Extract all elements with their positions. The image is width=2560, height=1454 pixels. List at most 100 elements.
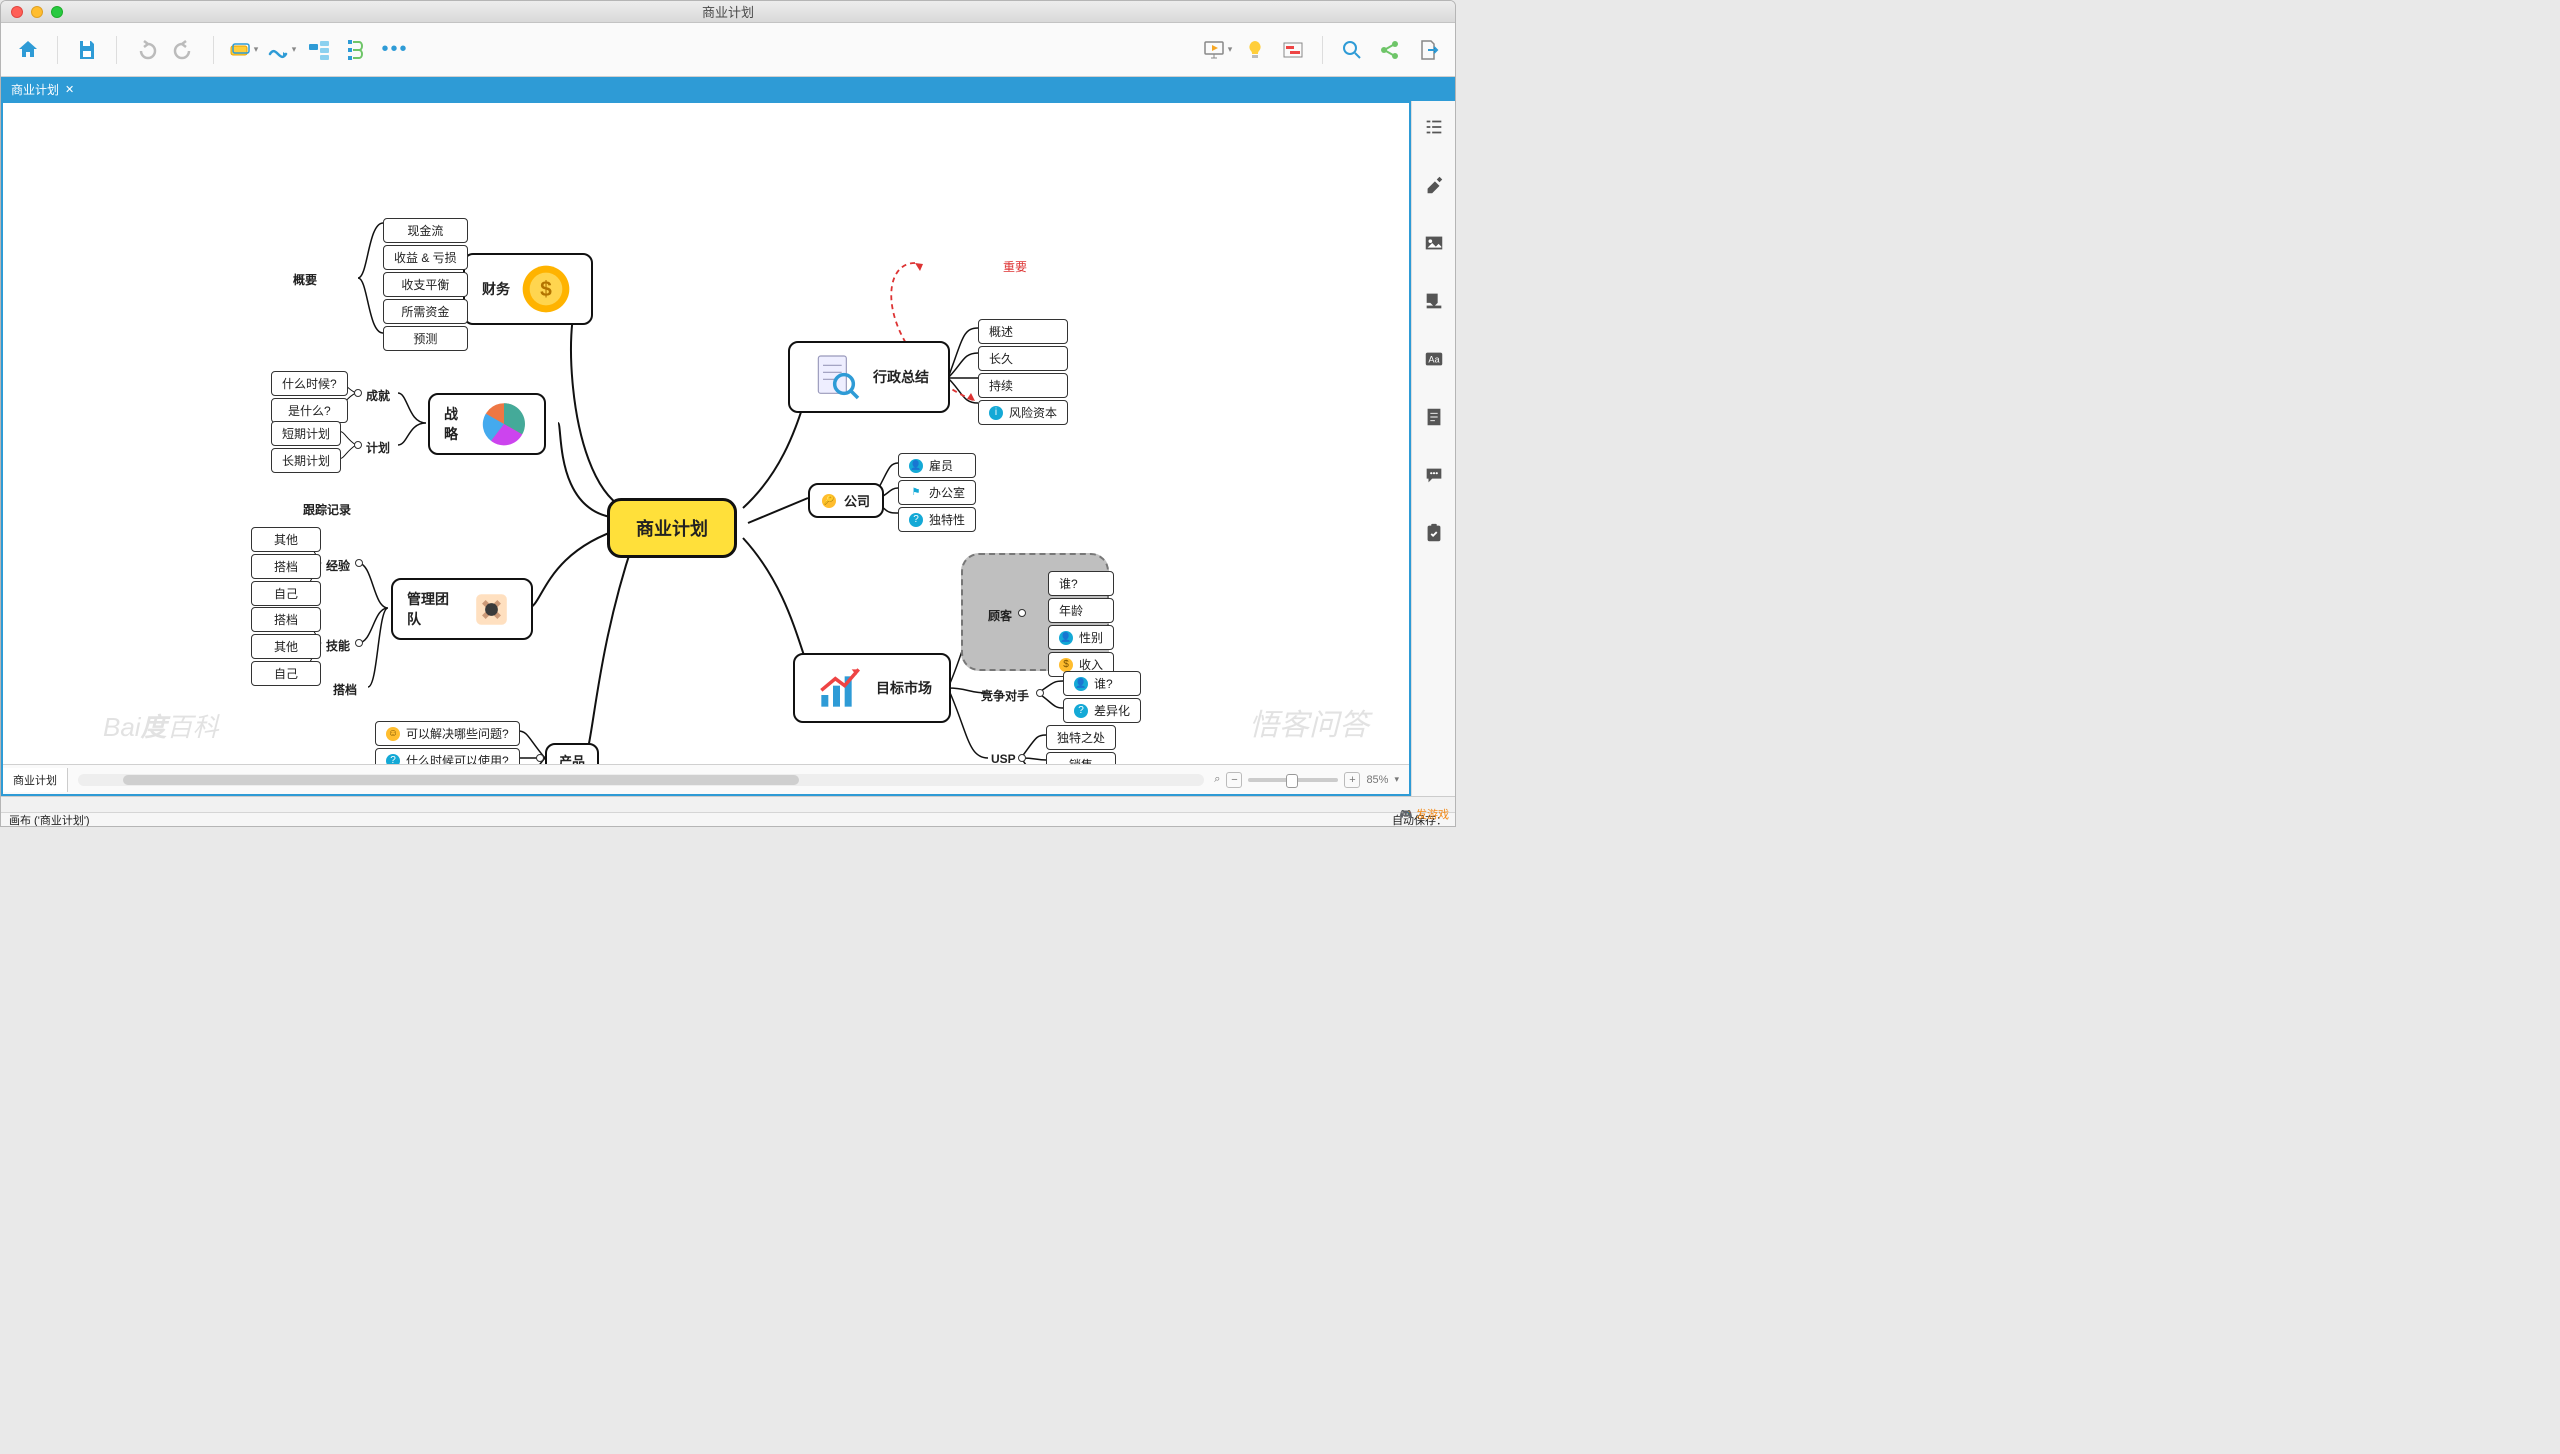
team-skill-items: 搭档 其他 自己 [251, 607, 321, 686]
list-item[interactable]: 自己 [251, 581, 321, 606]
zoom-out-button[interactable]: − [1226, 772, 1242, 788]
home-button[interactable] [11, 33, 45, 67]
team-node[interactable]: 管理团队 [391, 578, 533, 640]
chevron-down-icon[interactable]: ▾ [1394, 774, 1399, 785]
save-button[interactable] [70, 33, 104, 67]
list-item[interactable]: 其他 [251, 634, 321, 659]
watermark-footer: 🎮 发游戏 [1399, 806, 1449, 822]
relationship-button[interactable]: ▾ [264, 33, 298, 67]
mindmap-canvas[interactable]: Bai度百科 悟客问答 商业计划 财务 $ 概要 现金流 收益 & 亏损 收支平… [3, 103, 1409, 764]
list-item[interactable]: 收支平衡 [383, 272, 468, 297]
target-market-node[interactable]: 目标市场 [793, 653, 951, 723]
list-item[interactable]: 收益 & 亏损 [383, 245, 468, 270]
list-item[interactable]: 其他 [251, 527, 321, 552]
arrow-label: 重要 [1003, 258, 1027, 275]
close-tab-icon[interactable]: ✕ [65, 83, 74, 96]
list-item[interactable]: 自己 [251, 661, 321, 686]
list-item[interactable]: 搭档 [251, 554, 321, 579]
zoom-in-button[interactable]: + [1344, 772, 1360, 788]
competitor-label[interactable]: 竞争对手 [981, 687, 1029, 704]
list-item[interactable]: 搭档 [251, 607, 321, 632]
minimize-icon[interactable] [31, 6, 43, 18]
marker-icon[interactable] [1422, 289, 1446, 313]
topic-button[interactable]: ▾ [226, 33, 260, 67]
customer-items: 谁? 年龄 性别 收入 [1048, 571, 1114, 677]
list-item[interactable]: 什么时候? [271, 371, 348, 396]
right-panel: Aa [1411, 101, 1455, 796]
zoom-controls: ⌕ − + 85% ▾ [1214, 772, 1409, 788]
list-item[interactable]: 持续 [978, 373, 1068, 398]
team-skill-extra[interactable]: 搭档 [333, 681, 357, 698]
canvas-frame: Bai度百科 悟客问答 商业计划 财务 $ 概要 现金流 收益 & 亏损 收支平… [1, 101, 1411, 796]
idea-button[interactable] [1238, 33, 1272, 67]
font-icon[interactable]: Aa [1422, 347, 1446, 371]
central-label: 商业计划 [636, 515, 708, 541]
central-topic[interactable]: 商业计划 [607, 498, 737, 558]
notes-icon[interactable] [1422, 405, 1446, 429]
team-skill-label: 技能 [326, 637, 350, 654]
list-item[interactable]: 性别 [1048, 625, 1114, 650]
present-button[interactable]: ▾ [1200, 33, 1234, 67]
outline-icon[interactable] [1422, 115, 1446, 139]
list-item[interactable]: 办公室 [898, 480, 976, 505]
search-button[interactable] [1335, 33, 1369, 67]
window-title: 商业计划 [702, 2, 754, 21]
coin-icon: $ [518, 261, 574, 317]
list-item[interactable]: 独特性 [898, 507, 976, 532]
list-item[interactable]: 所需资金 [383, 299, 468, 324]
close-icon[interactable] [11, 6, 23, 18]
key-icon [822, 494, 836, 508]
list-item[interactable]: 现金流 [383, 218, 468, 243]
app-window: 商业计划 ▾ ▾ ••• ▾ 商业计划 ✕ Aa [0, 0, 1456, 827]
exec-label: 行政总结 [873, 367, 929, 387]
zoom-slider[interactable] [1248, 778, 1338, 782]
more-button[interactable]: ••• [378, 33, 412, 67]
flag-icon [909, 486, 923, 500]
maximize-icon[interactable] [51, 6, 63, 18]
list-item[interactable]: 风险资本 [978, 400, 1068, 425]
list-item[interactable]: 年龄 [1048, 598, 1114, 623]
list-item[interactable]: 谁? [1063, 671, 1141, 696]
list-item[interactable]: 长期计划 [271, 448, 341, 473]
list-item[interactable]: 预测 [383, 326, 468, 351]
document-tab[interactable]: 商业计划 ✕ [1, 78, 84, 101]
list-item[interactable]: 雇员 [898, 453, 976, 478]
list-item[interactable]: 长久 [978, 346, 1068, 371]
strategy-node[interactable]: 战略 [428, 393, 546, 455]
list-item[interactable]: 是什么? [271, 398, 348, 423]
customer-label[interactable]: 顾客 [988, 607, 1012, 624]
list-item[interactable]: 谁? [1048, 571, 1114, 596]
tab-bar: 商业计划 ✕ [1, 77, 1455, 101]
finance-node[interactable]: 财务 $ [463, 253, 593, 325]
user-icon [909, 459, 923, 473]
summary-button[interactable] [340, 33, 374, 67]
sheet-tab[interactable]: 商业计划 [3, 768, 68, 792]
hands-icon [466, 581, 517, 637]
target-label: 目标市场 [876, 678, 932, 698]
company-node[interactable]: 公司 [808, 483, 884, 518]
comments-icon[interactable] [1422, 463, 1446, 487]
exec-items: 概述 长久 持续 风险资本 [978, 319, 1068, 425]
list-item[interactable]: 可以解决哪些问题? [375, 721, 520, 746]
list-item[interactable]: 短期计划 [271, 421, 341, 446]
undo-button[interactable] [129, 33, 163, 67]
redo-button[interactable] [167, 33, 201, 67]
exec-summary-node[interactable]: 行政总结 [788, 341, 950, 413]
image-icon[interactable] [1422, 231, 1446, 255]
question-icon [1074, 704, 1088, 718]
h-scrollbar[interactable] [78, 774, 1204, 786]
question-icon [909, 513, 923, 527]
gantt-button[interactable] [1276, 33, 1310, 67]
export-button[interactable] [1411, 33, 1445, 67]
task-icon[interactable] [1422, 521, 1446, 545]
svg-text:Aa: Aa [1428, 355, 1440, 365]
format-icon[interactable] [1422, 173, 1446, 197]
team-track-label: 跟踪记录 [303, 501, 351, 518]
svg-text:$: $ [540, 278, 552, 301]
zoom-fit-icon[interactable]: ⌕ [1214, 773, 1220, 786]
share-button[interactable] [1373, 33, 1407, 67]
list-item[interactable]: 差异化 [1063, 698, 1141, 723]
list-item[interactable]: 独特之处 [1046, 725, 1116, 750]
list-item[interactable]: 概述 [978, 319, 1068, 344]
boundary-button[interactable] [302, 33, 336, 67]
